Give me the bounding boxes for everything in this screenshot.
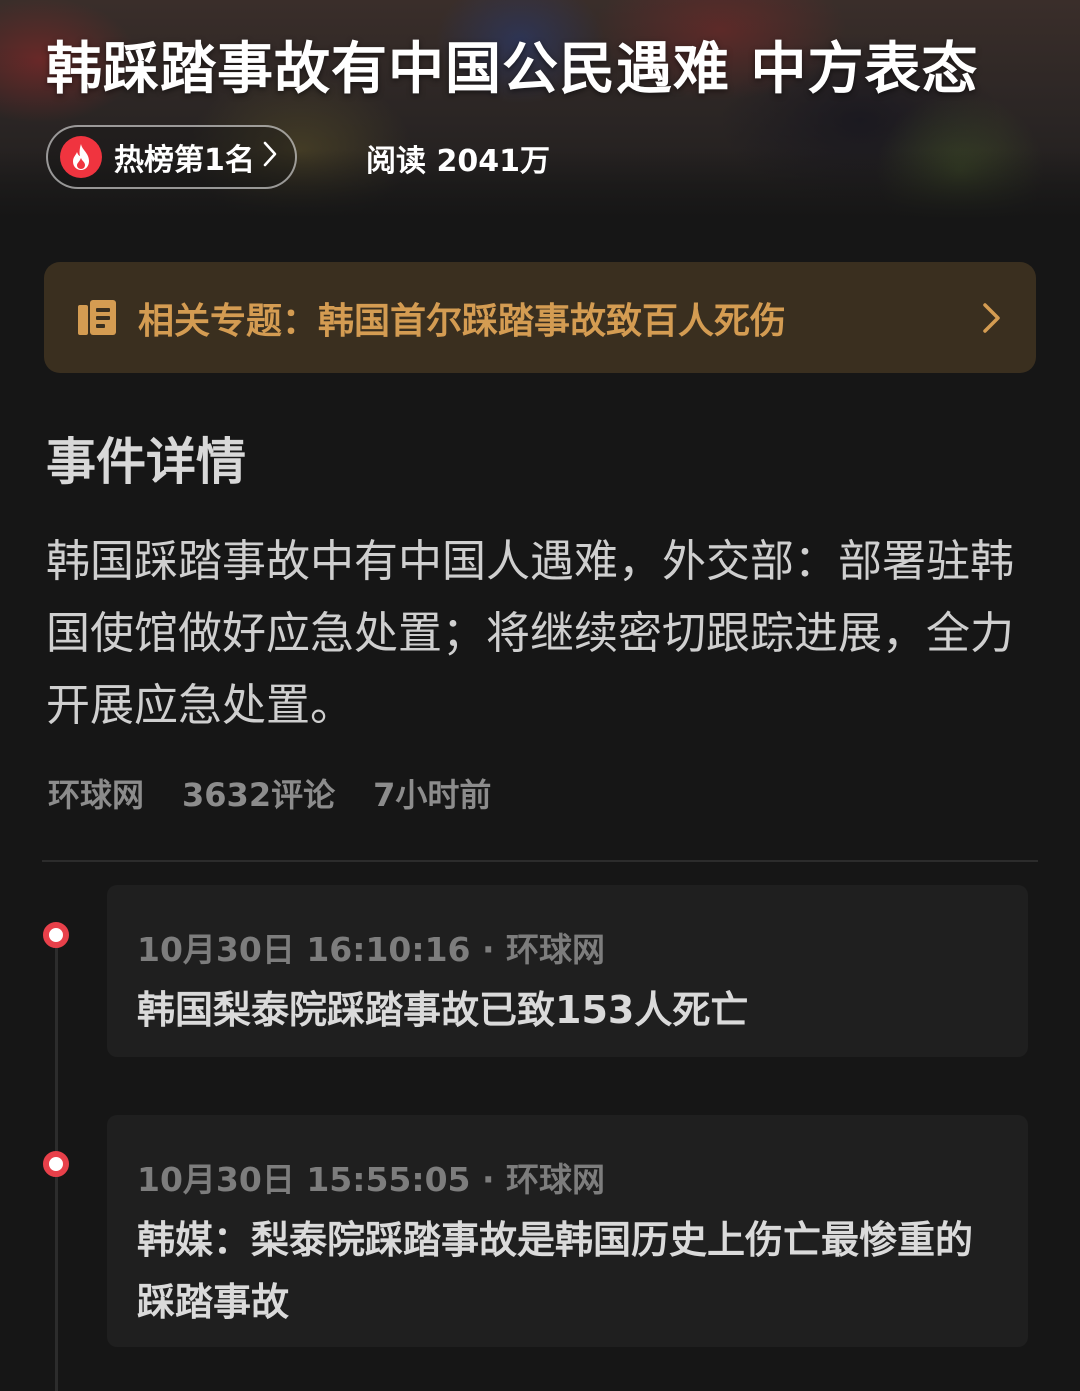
hot-rank-badge[interactable]: 热榜第1名 xyxy=(46,125,297,189)
timeline-item[interactable]: 10月30日 16:10:16 · 环球网 韩国梨泰院踩踏事故已致153人死亡 xyxy=(107,885,1028,1057)
timeline-item[interactable]: 10月30日 15:55:05 · 环球网 韩媒：梨泰院踩踏事故是韩国历史上伤亡… xyxy=(107,1115,1028,1347)
source-label[interactable]: 环球网 xyxy=(48,770,144,816)
time-ago: 7小时前 xyxy=(373,776,492,814)
timeline-item-meta: 10月30日 16:10:16 · 环球网 xyxy=(137,930,606,969)
event-meta: 环球网 3632评论 7小时前 xyxy=(48,770,491,816)
chevron-right-icon xyxy=(263,141,277,174)
hero-banner: 韩踩踏事故有中国公民遇难 中方表态 热榜第1名 阅读 2041万 xyxy=(0,0,1080,220)
fire-icon xyxy=(60,136,102,178)
timeline-dot-icon xyxy=(43,922,69,948)
event-details-heading: 事件详情 xyxy=(46,433,246,491)
related-topic-label: 相关专题：韩国首尔踩踏事故致百人死伤 xyxy=(138,300,787,342)
timeline-item-meta: 10月30日 15:55:05 · 环球网 xyxy=(137,1160,606,1199)
document-icon xyxy=(76,297,118,339)
comment-count[interactable]: 3632评论 xyxy=(182,770,335,816)
divider xyxy=(42,860,1038,862)
timeline-item-title: 韩媒：梨泰院踩踏事故是韩国历史上伤亡最惨重的踩踏事故 xyxy=(137,1218,974,1324)
read-count: 阅读 2041万 xyxy=(366,144,550,179)
timeline-dot-icon xyxy=(43,1151,69,1177)
rank-label: 热榜第1名 xyxy=(114,143,255,178)
timeline-item-title: 韩国梨泰院踩踏事故已致153人死亡 xyxy=(137,988,749,1032)
event-summary: 韩国踩踏事故中有中国人遇难，外交部：部署驻韩国使馆做好应急处置；将继续密切跟踪进… xyxy=(46,536,1014,731)
page-title: 韩踩踏事故有中国公民遇难 中方表态 xyxy=(46,37,979,102)
hot-topic-page: 韩踩踏事故有中国公民遇难 中方表态 热榜第1名 阅读 2041万 相关专题：韩国… xyxy=(0,0,1080,1391)
related-topic-banner[interactable]: 相关专题：韩国首尔踩踏事故致百人死伤 xyxy=(44,262,1036,373)
chevron-right-icon xyxy=(980,300,1004,336)
